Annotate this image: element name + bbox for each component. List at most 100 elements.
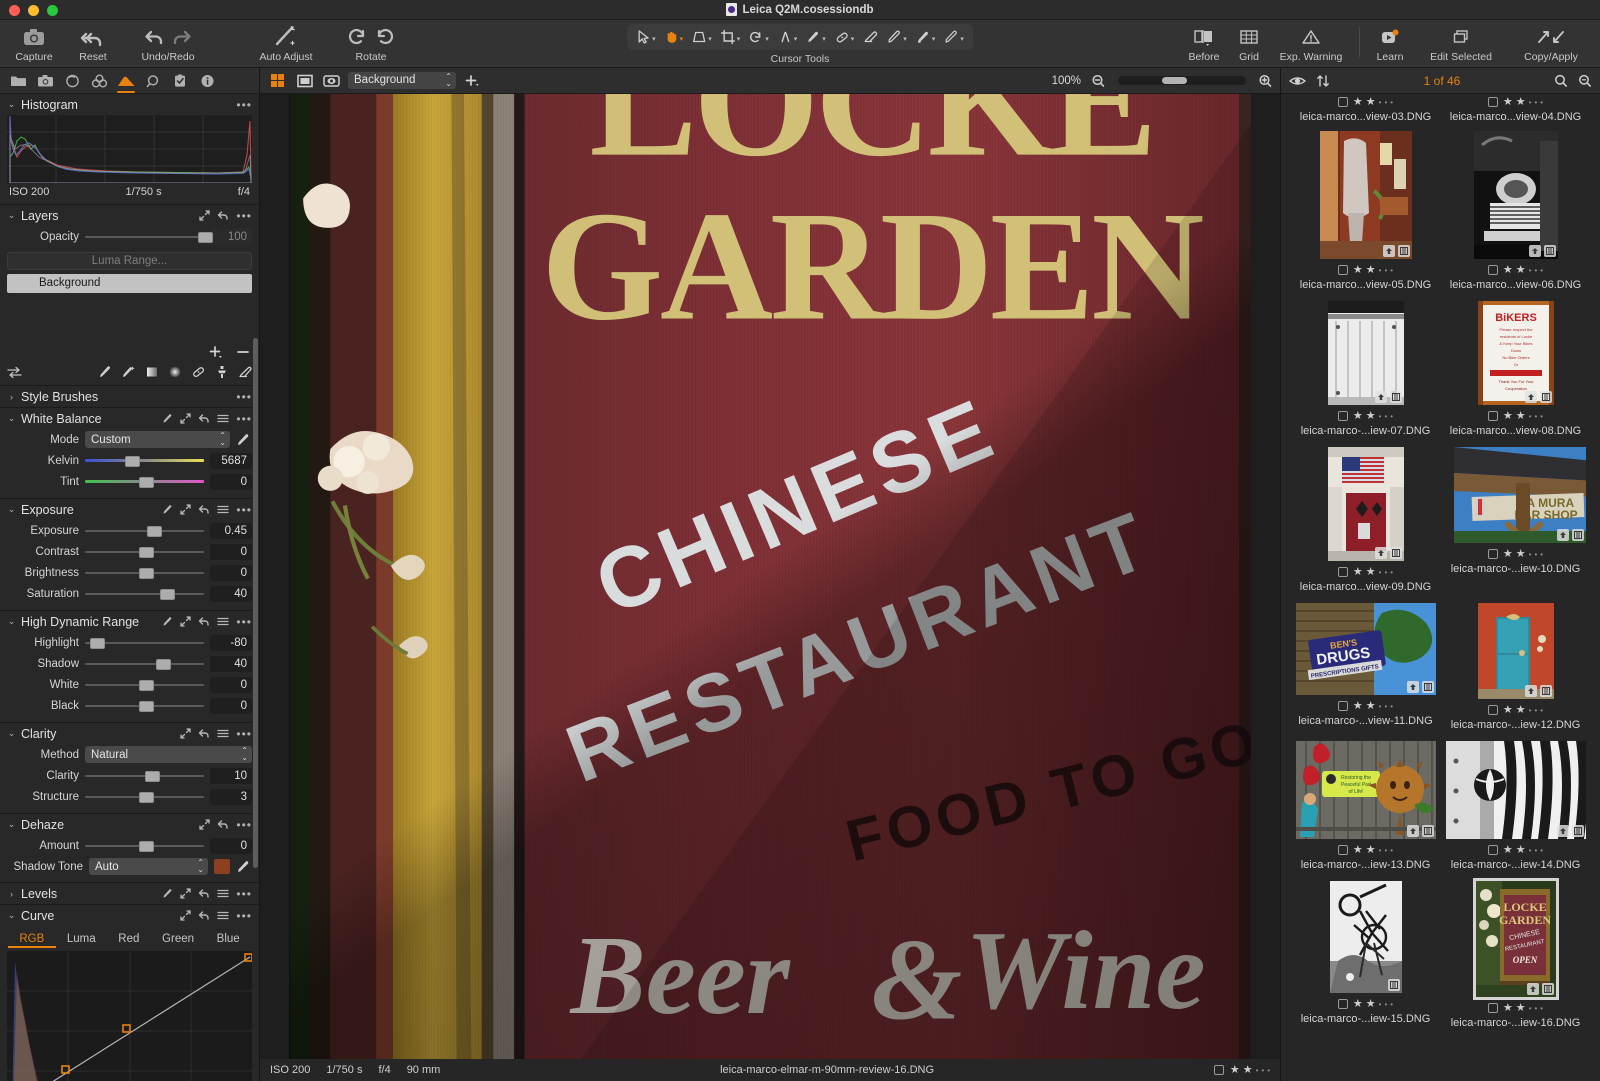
expand-icon[interactable] — [180, 888, 192, 899]
linear-gradient-tool[interactable]: ▾ — [940, 27, 967, 47]
thumb-checkbox[interactable] — [1337, 265, 1348, 275]
thumb-meta[interactable]: ★ ★ • • • — [1487, 1000, 1543, 1016]
shadow-tone-select[interactable]: Auto ⌃ ⌄ — [89, 858, 208, 875]
thumbnail-cell-05[interactable]: ★ ★ • • • leica-marco...view-05.DNG — [1296, 131, 1436, 291]
curve-tab-blue[interactable]: Blue — [205, 933, 251, 948]
expand-icon[interactable] — [199, 210, 211, 221]
black-slider[interactable] — [85, 699, 204, 713]
photo-canvas[interactable]: LOCKE GARDEN CHINESE RESTAURANT FOOD TO … — [289, 94, 1251, 1059]
left-panel-scrollbar[interactable] — [253, 338, 258, 868]
curve-tab-red[interactable]: Red — [107, 933, 151, 948]
tool-tab-adjustments[interactable] — [168, 69, 192, 93]
reset-arrow-icon[interactable] — [198, 413, 210, 424]
thumb-stars[interactable]: ★ ★ • • • — [1503, 548, 1543, 560]
thumb-stars[interactable]: ★ ★ • • • — [1503, 704, 1543, 716]
thumb-meta[interactable]: ★ ★ • • • — [1487, 408, 1543, 424]
thumb-stars[interactable]: ★ ★ • • • — [1503, 96, 1543, 108]
presets-menu-icon[interactable] — [217, 413, 230, 424]
black-value[interactable]: 0 — [210, 697, 252, 714]
learn-button[interactable]: Learn — [1366, 20, 1414, 63]
chevron-down-icon[interactable]: ⌄ — [7, 728, 16, 739]
thumb-meta[interactable]: ★ ★ • • • — [1487, 702, 1543, 718]
reset-button[interactable]: Reset — [62, 20, 124, 63]
undo-redo-button[interactable]: Undo/Redo — [124, 20, 212, 63]
kelvin-value[interactable]: 5687 — [210, 452, 252, 469]
thumb-meta[interactable]: ★ ★ • • • — [1487, 546, 1543, 562]
thumbnail-cell-11[interactable]: BEN'S DRUGS PRESCRIPTIONS GIFTS ★ ★ • • • — [1295, 603, 1436, 731]
thumbnail-cell[interactable]: ★ ★ • • • leica-marco...view-04.DNG — [1446, 94, 1586, 123]
presets-menu-icon[interactable] — [217, 728, 230, 739]
levels-actions[interactable]: ••• — [162, 888, 252, 900]
thumb-meta[interactable]: ★ ★ • • • — [1337, 408, 1393, 424]
thumbnail-cell-13[interactable]: Restoring the Peaceful Part of Life! ★ ★ • • • — [1295, 741, 1436, 871]
draw-mask-tool[interactable]: ▾ — [883, 27, 910, 47]
thumb-meta[interactable]: ★ ★ • • • — [1487, 94, 1543, 110]
expand-icon[interactable] — [180, 910, 192, 921]
expand-icon[interactable] — [199, 819, 211, 830]
star-filled[interactable]: ★ — [1230, 1064, 1240, 1076]
curve-graph[interactable] — [7, 951, 252, 1081]
select-tool[interactable]: ▾ — [633, 27, 659, 47]
dehaze-amount-value[interactable]: 0 — [210, 837, 252, 854]
more-options-icon[interactable]: ••• — [236, 888, 252, 900]
thumb-stars[interactable]: ★ ★ • • • — [1503, 264, 1543, 276]
clarity-value[interactable]: 10 — [210, 767, 252, 784]
shadow-tone-picker-icon[interactable] — [236, 860, 252, 874]
star-empty[interactable]: • — [1256, 1065, 1259, 1076]
thumb-image-wrap[interactable] — [1445, 741, 1586, 839]
preview-view-button[interactable] — [321, 71, 342, 90]
thumb-image-wrap[interactable] — [1446, 603, 1586, 699]
structure-slider[interactable] — [85, 790, 204, 804]
eye-icon[interactable] — [1289, 74, 1306, 88]
thumb-image[interactable]: Restoring the Peaceful Part of Life! — [1295, 741, 1436, 839]
expand-icon[interactable] — [180, 616, 192, 627]
thumb-stars[interactable]: ★ ★ • • • — [1353, 566, 1393, 578]
thumb-checkbox[interactable] — [1487, 705, 1498, 715]
clarity-method-select[interactable]: Natural ⌃ ⌄ — [85, 746, 252, 763]
levels-header[interactable]: › Levels ••• — [0, 883, 259, 904]
thumb-meta[interactable]: ★ ★ • • • — [1337, 564, 1393, 580]
brightness-value[interactable]: 0 — [210, 564, 252, 581]
thumb-image[interactable] — [1327, 301, 1404, 405]
more-options-icon[interactable]: ••• — [236, 391, 252, 403]
reset-arrow-icon[interactable] — [198, 888, 210, 899]
chevron-right-icon[interactable]: › — [7, 889, 16, 899]
tool-tab-library[interactable] — [6, 69, 30, 93]
thumb-image[interactable] — [1473, 131, 1558, 259]
curve-tab-green[interactable]: Green — [151, 933, 206, 948]
chevron-down-icon[interactable]: ⌄ — [7, 504, 16, 515]
curve-tab-luma[interactable]: Luma — [56, 933, 107, 948]
presets-menu-icon[interactable] — [217, 616, 230, 627]
thumbnail-cell-10[interactable]: KA MURA BAR SHOP ★ ★ • • • leica-marco-.… — [1446, 447, 1586, 593]
thumb-image[interactable] — [1477, 603, 1554, 699]
thumb-meta[interactable]: ★ ★ • • • — [1337, 94, 1393, 110]
dehaze-actions[interactable]: ••• — [199, 819, 252, 831]
thumb-checkbox[interactable] — [1487, 265, 1498, 275]
reset-arrow-icon[interactable] — [217, 210, 229, 221]
eyedropper-icon[interactable] — [162, 413, 173, 424]
thumb-checkbox[interactable] — [1337, 567, 1348, 577]
add-layer-icon[interactable] — [209, 345, 223, 359]
presets-menu-icon[interactable] — [217, 910, 230, 921]
reset-arrow-icon[interactable] — [217, 819, 229, 830]
thumb-image[interactable]: KA MURA BAR SHOP — [1453, 447, 1586, 543]
tool-tab-exposure[interactable] — [114, 69, 138, 93]
status-rating-group[interactable]: ★ ★ • • • — [1213, 1064, 1270, 1076]
radial-gradient-icon[interactable] — [168, 365, 182, 379]
thumbnail-cell-09[interactable]: ★ ★ • • • leica-marco...view-09.DNG — [1296, 447, 1436, 593]
grid-button[interactable]: Grid — [1229, 20, 1269, 63]
star-empty[interactable]: • — [1267, 1065, 1270, 1076]
presets-menu-icon[interactable] — [217, 504, 230, 515]
kelvin-slider[interactable] — [85, 454, 204, 468]
histogram-header[interactable]: ⌄ Histogram ••• — [0, 94, 259, 115]
tool-panels-scroll[interactable]: ⌄ Histogram ••• ISO 200 1/750 s f/4 ⌄ La… — [0, 94, 259, 1081]
saturation-slider[interactable] — [85, 587, 204, 601]
curve-tab-rgb[interactable]: RGB — [8, 933, 56, 948]
thumb-image[interactable] — [1445, 741, 1586, 839]
exposure-header[interactable]: ⌄ Exposure ••• — [0, 499, 259, 520]
magic-brush-icon[interactable] — [121, 365, 136, 379]
structure-value[interactable]: 3 — [210, 788, 252, 805]
tool-tab-details[interactable] — [141, 69, 165, 93]
keystone-tool[interactable]: ▾ — [688, 27, 715, 47]
hdr-actions[interactable]: ••• — [162, 616, 252, 628]
